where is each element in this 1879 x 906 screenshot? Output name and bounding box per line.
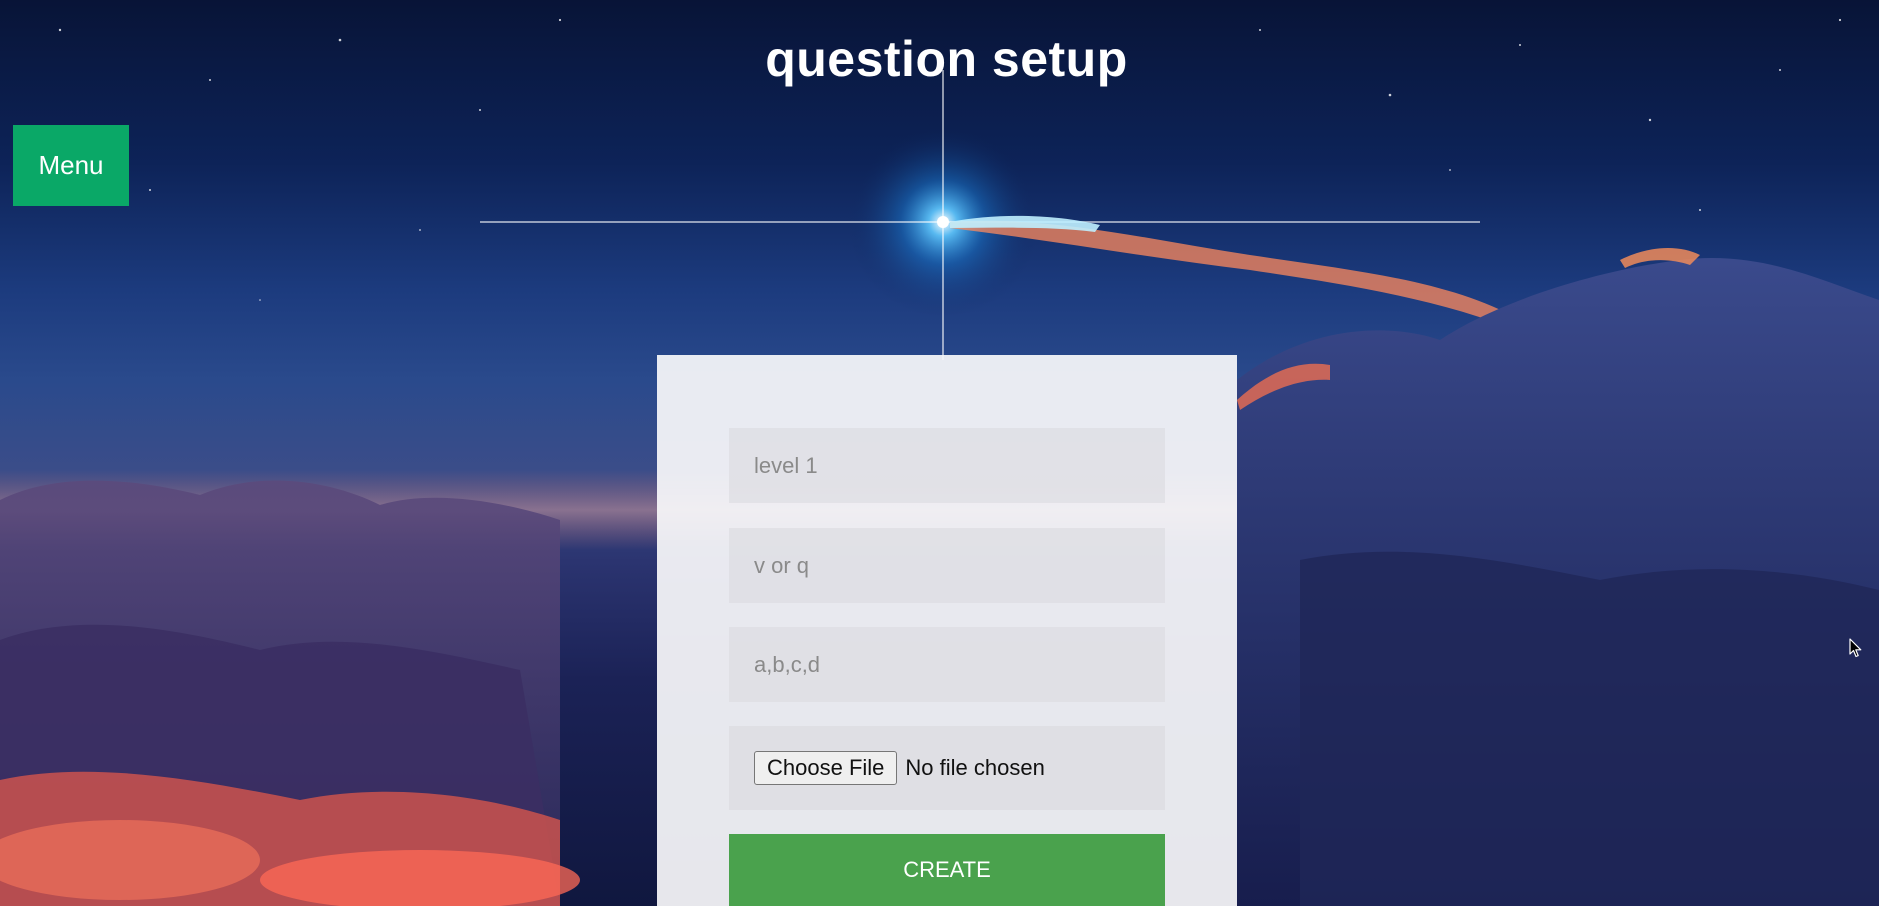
- question-setup-form: Choose File No file chosen CREATE: [657, 355, 1237, 906]
- page: question setup Menu Choose File No file …: [0, 0, 1879, 906]
- menu-button[interactable]: Menu: [13, 125, 129, 206]
- question-type-input[interactable]: [729, 528, 1165, 603]
- choose-file-button[interactable]: Choose File: [754, 751, 898, 785]
- mouse-pointer-icon: [1849, 638, 1862, 658]
- page-title: question setup: [765, 31, 1128, 87]
- answer-options-input[interactable]: [729, 627, 1165, 702]
- file-upload-field: Choose File No file chosen: [729, 726, 1165, 810]
- create-button[interactable]: CREATE: [729, 834, 1165, 906]
- level-input[interactable]: [729, 428, 1165, 503]
- file-status-text: No file chosen: [905, 755, 1045, 780]
